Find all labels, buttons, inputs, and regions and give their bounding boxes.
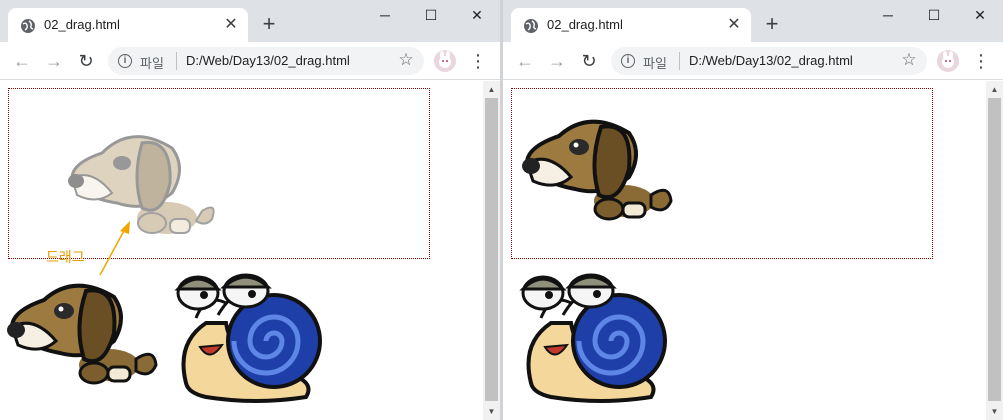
scroll-up-icon[interactable]: ▲ bbox=[483, 81, 500, 98]
address-bar[interactable]: i 파일 D:/Web/Day13/02_drag.html ☆ bbox=[611, 47, 927, 75]
maximize-button[interactable]: ☐ bbox=[911, 4, 957, 26]
title-bar: 02_drag.html ✕ + ─ ☐ ✕ bbox=[0, 0, 500, 42]
snail-image[interactable] bbox=[166, 263, 326, 405]
profile-avatar[interactable] bbox=[937, 50, 959, 72]
scroll-up-icon[interactable]: ▲ bbox=[986, 81, 1003, 98]
scroll-down-icon[interactable]: ▼ bbox=[483, 403, 500, 420]
snail-image[interactable] bbox=[511, 263, 671, 405]
minimize-button[interactable]: ─ bbox=[362, 4, 408, 26]
close-window-button[interactable]: ✕ bbox=[957, 4, 1003, 26]
new-tab-button[interactable]: + bbox=[258, 13, 280, 35]
screenshot-pair: 02_drag.html ✕ + ─ ☐ ✕ ← → ↻ i 파일 D:/Web… bbox=[0, 0, 1003, 420]
url-text[interactable]: D:/Web/Day13/02_drag.html bbox=[186, 53, 350, 68]
url-separator bbox=[176, 52, 177, 70]
toolbar: ← → ↻ i 파일 D:/Web/Day13/02_drag.html ☆ ⋮ bbox=[503, 42, 1003, 80]
scroll-thumb[interactable] bbox=[988, 98, 1001, 401]
tab-02-drag[interactable]: 02_drag.html ✕ bbox=[8, 8, 248, 42]
menu-icon[interactable]: ⋮ bbox=[971, 51, 991, 71]
info-icon[interactable]: i bbox=[621, 54, 635, 68]
vertical-scrollbar[interactable]: ▲ ▼ bbox=[483, 81, 500, 420]
url-scheme-label: 파일 bbox=[140, 56, 164, 71]
reload-button[interactable]: ↻ bbox=[579, 51, 599, 71]
back-button[interactable]: ← bbox=[515, 51, 535, 71]
globe-icon bbox=[524, 19, 538, 33]
menu-icon[interactable]: ⋮ bbox=[468, 51, 488, 71]
reload-button[interactable]: ↻ bbox=[76, 51, 96, 71]
url-scheme-label: 파일 bbox=[643, 56, 667, 71]
drag-annotation-label: 드래그 bbox=[46, 249, 85, 265]
page-viewport: ▲ ▼ bbox=[503, 81, 1003, 420]
tab-close-icon[interactable]: ✕ bbox=[222, 16, 240, 34]
tab-02-drag[interactable]: 02_drag.html ✕ bbox=[511, 8, 751, 42]
scroll-thumb[interactable] bbox=[485, 98, 498, 401]
profile-avatar[interactable] bbox=[434, 50, 456, 72]
forward-button[interactable]: → bbox=[547, 51, 567, 71]
back-button[interactable]: ← bbox=[12, 51, 32, 71]
tab-title: 02_drag.html bbox=[44, 17, 120, 32]
new-tab-button[interactable]: + bbox=[761, 13, 783, 35]
browser-window-after: 02_drag.html ✕ + ─ ☐ ✕ ← → ↻ i 파일 D:/Web… bbox=[503, 0, 1003, 420]
minimize-button[interactable]: ─ bbox=[865, 4, 911, 26]
close-window-button[interactable]: ✕ bbox=[454, 4, 500, 26]
vertical-scrollbar[interactable]: ▲ ▼ bbox=[986, 81, 1003, 420]
drag-arrow-icon bbox=[99, 221, 130, 276]
bookmark-star-icon[interactable]: ☆ bbox=[396, 50, 416, 70]
page-viewport: 드래그 ▲ ▼ bbox=[0, 81, 500, 420]
url-text[interactable]: D:/Web/Day13/02_drag.html bbox=[689, 53, 853, 68]
bookmark-star-icon[interactable]: ☆ bbox=[899, 50, 919, 70]
info-icon[interactable]: i bbox=[118, 54, 132, 68]
browser-window-before: 02_drag.html ✕ + ─ ☐ ✕ ← → ↻ i 파일 D:/Web… bbox=[0, 0, 500, 420]
tab-title: 02_drag.html bbox=[547, 17, 623, 32]
tab-close-icon[interactable]: ✕ bbox=[725, 16, 743, 34]
maximize-button[interactable]: ☐ bbox=[408, 4, 454, 26]
globe-icon bbox=[21, 19, 35, 33]
dog-image-dropped[interactable] bbox=[519, 111, 679, 231]
dragged-dog-ghost bbox=[68, 135, 215, 234]
toolbar: ← → ↻ i 파일 D:/Web/Day13/02_drag.html ☆ ⋮ bbox=[0, 42, 500, 80]
scroll-down-icon[interactable]: ▼ bbox=[986, 403, 1003, 420]
forward-button[interactable]: → bbox=[44, 51, 64, 71]
dog-image[interactable] bbox=[4, 275, 164, 395]
url-separator bbox=[679, 52, 680, 70]
title-bar: 02_drag.html ✕ + ─ ☐ ✕ bbox=[503, 0, 1003, 42]
address-bar[interactable]: i 파일 D:/Web/Day13/02_drag.html ☆ bbox=[108, 47, 424, 75]
